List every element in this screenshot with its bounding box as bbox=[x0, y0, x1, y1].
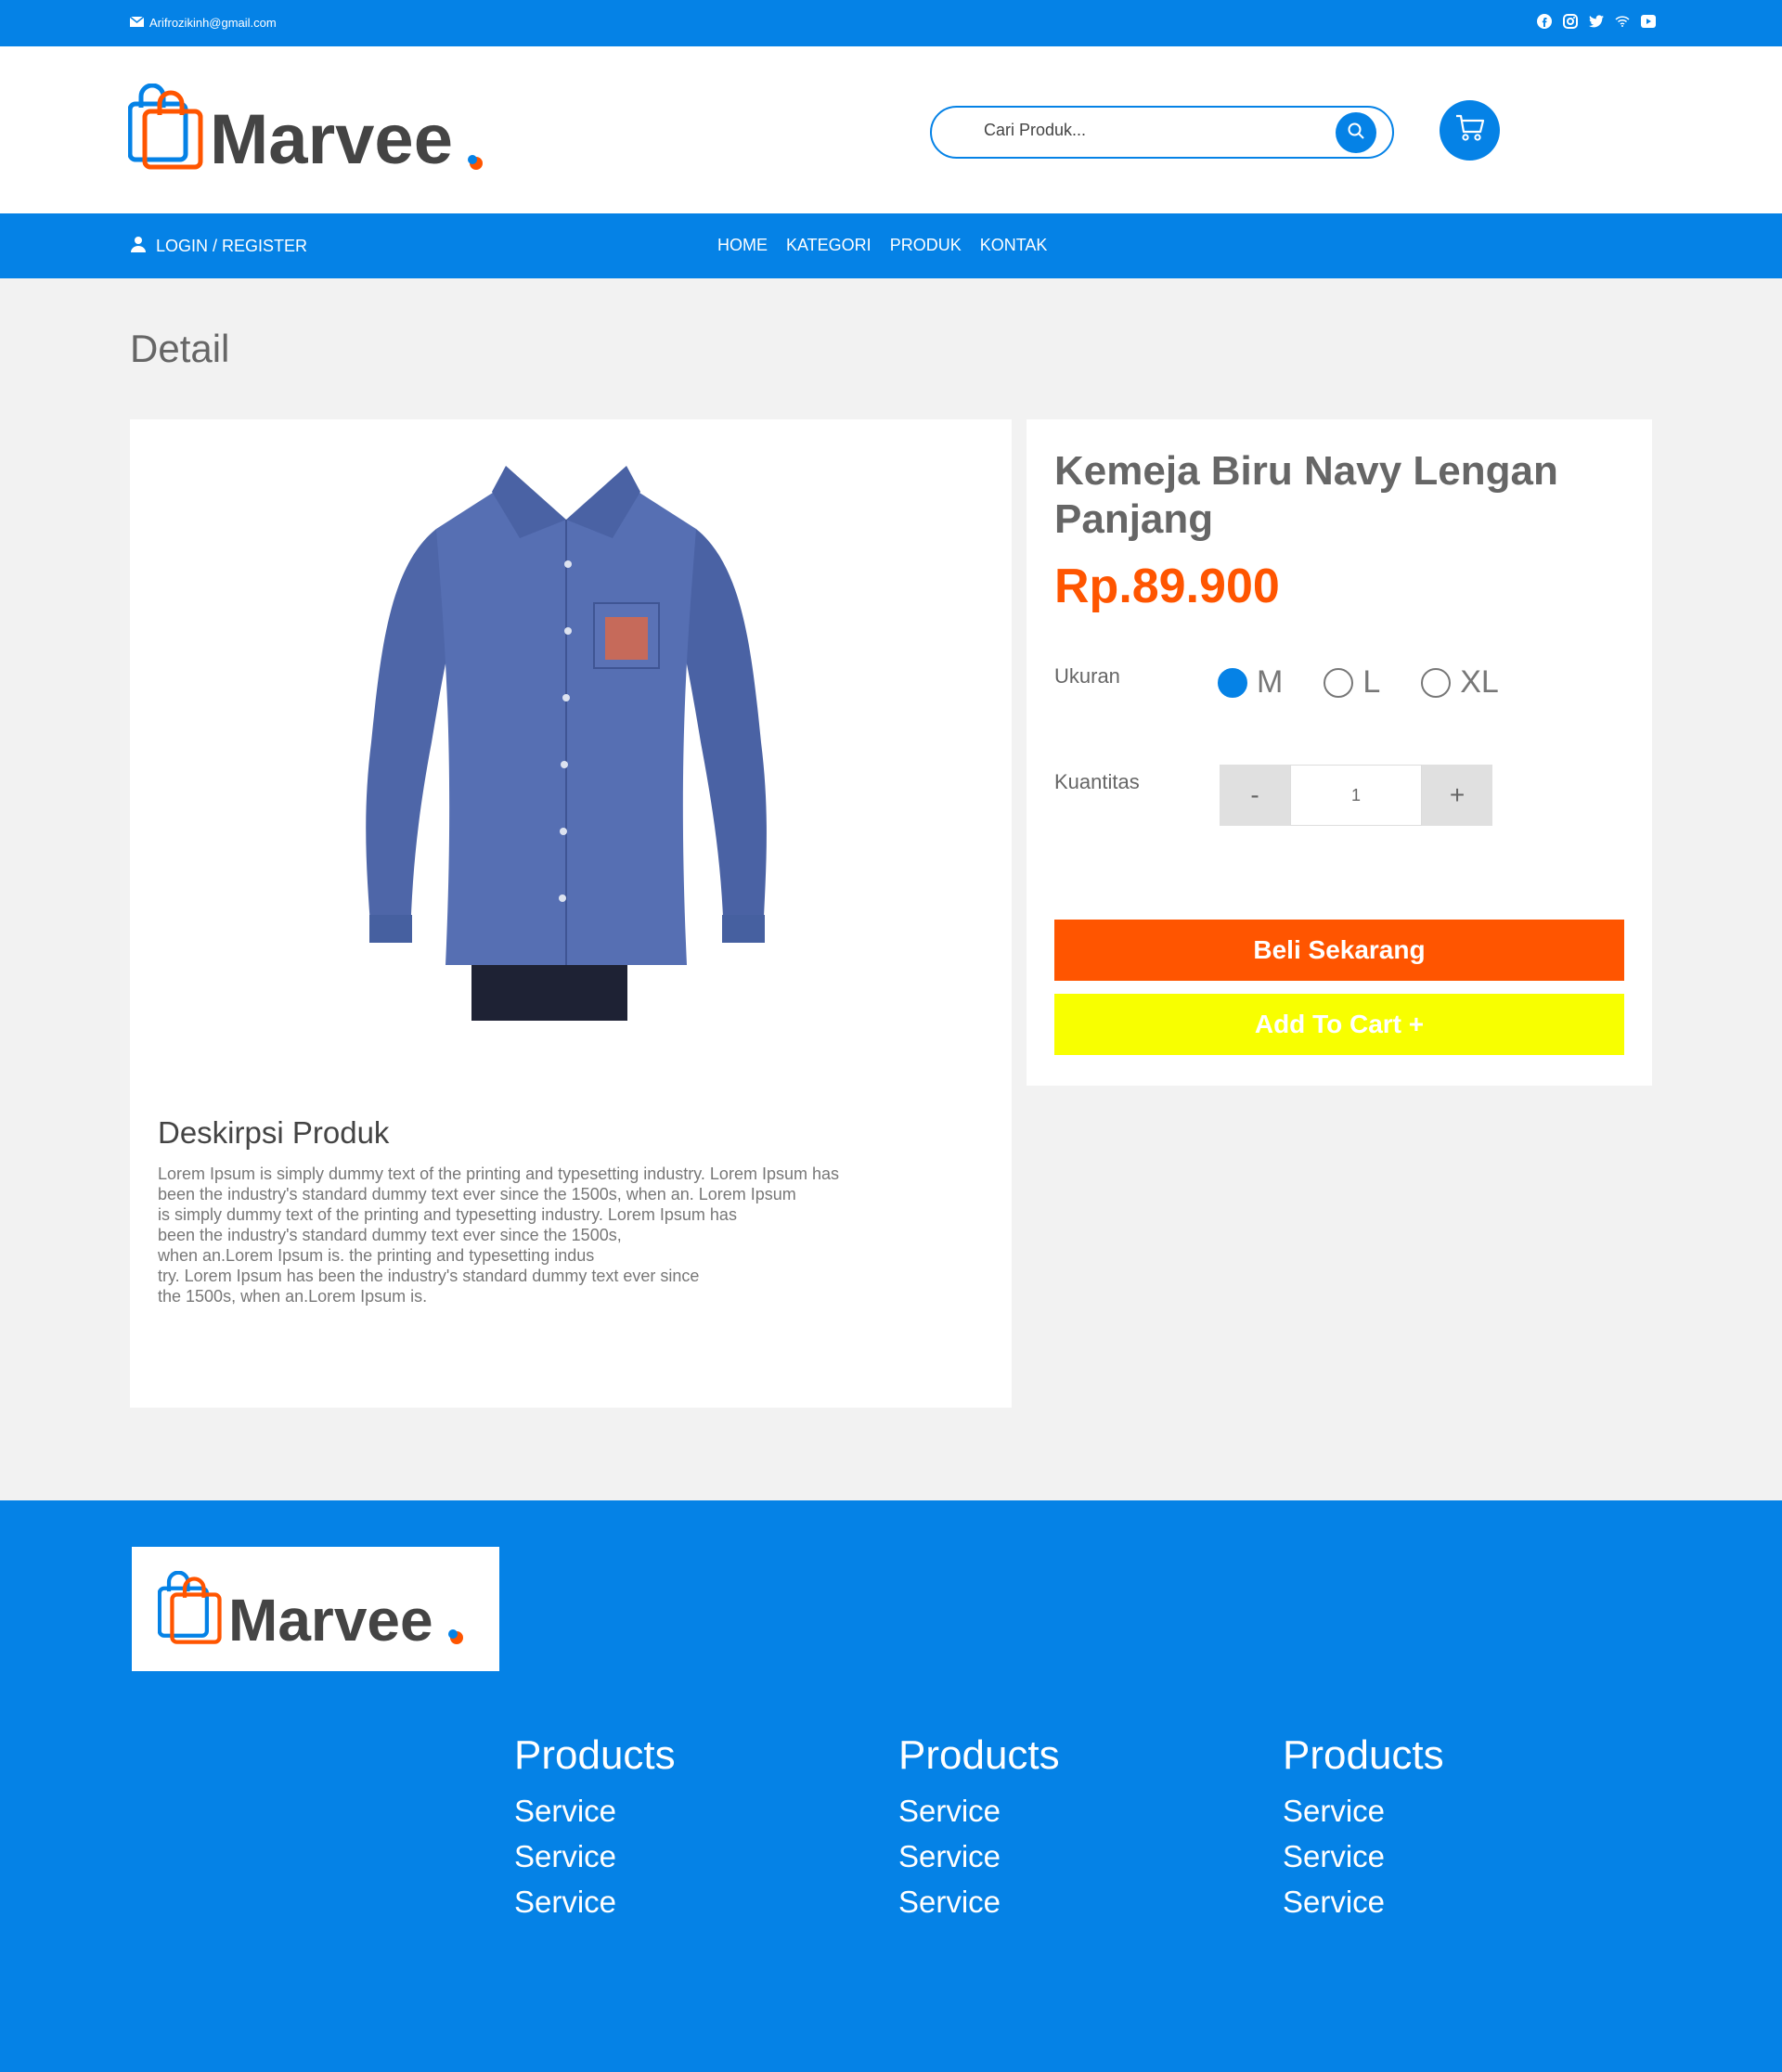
mail-icon bbox=[129, 16, 145, 30]
description-text: Lorem Ipsum is simply dummy text of the … bbox=[158, 1165, 839, 1306]
quantity-decrease-button[interactable]: - bbox=[1220, 765, 1290, 826]
email-text: Arifrozikinh@gmail.com bbox=[149, 16, 277, 30]
quantity-stepper: - 1 + bbox=[1220, 765, 1492, 826]
instagram-icon[interactable] bbox=[1563, 14, 1578, 29]
shopping-cart-icon bbox=[1455, 114, 1485, 147]
search-input[interactable] bbox=[984, 121, 1309, 140]
nav-menu: HOME KATEGORI PRODUK KONTAK bbox=[717, 236, 1047, 255]
page-title: Detail bbox=[130, 327, 230, 370]
size-options: M L XL bbox=[1218, 664, 1499, 701]
footer-column-1: Products Service Service Service bbox=[514, 1732, 676, 1924]
footer-column-title: Products bbox=[514, 1732, 676, 1778]
radio-selected-icon[interactable] bbox=[1218, 667, 1247, 698]
size-option-xl[interactable]: XL bbox=[1421, 664, 1499, 701]
product-name: Kemeja Biru Navy Lengan Panjang bbox=[1054, 448, 1558, 542]
shopping-bag-icon bbox=[157, 1570, 223, 1650]
main-nav: LOGIN / REGISTER HOME KATEGORI PRODUK KO… bbox=[0, 213, 1782, 278]
footer-logo: Marvee bbox=[157, 1570, 463, 1654]
quantity-input[interactable]: 1 bbox=[1290, 765, 1422, 826]
footer-link[interactable]: Service bbox=[514, 1788, 676, 1834]
twitter-icon[interactable] bbox=[1589, 14, 1604, 29]
login-label: LOGIN / REGISTER bbox=[156, 237, 308, 255]
nav-item-produk[interactable]: PRODUK bbox=[890, 236, 962, 255]
footer-link[interactable]: Service bbox=[1283, 1879, 1444, 1924]
brand-dot bbox=[467, 155, 483, 170]
description-title: Deskirpsi Produk bbox=[158, 1115, 390, 1150]
footer-link[interactable]: Service bbox=[898, 1879, 1060, 1924]
product-image-card: Deskirpsi Produk Lorem Ipsum is simply d… bbox=[130, 419, 1012, 1408]
login-register-link[interactable]: LOGIN / REGISTER bbox=[130, 236, 307, 257]
footer-link[interactable]: Service bbox=[1283, 1788, 1444, 1834]
product-price: Rp.89.900 bbox=[1054, 560, 1280, 613]
size-option-m[interactable]: M bbox=[1218, 664, 1283, 701]
footer-column-2: Products Service Service Service bbox=[898, 1732, 1060, 1924]
nav-item-kategori[interactable]: KATEGORI bbox=[786, 236, 872, 255]
shopping-bag-icon bbox=[127, 83, 204, 175]
radio-icon[interactable] bbox=[1324, 667, 1354, 698]
search-icon bbox=[1347, 122, 1365, 145]
nav-item-home[interactable]: HOME bbox=[717, 236, 768, 255]
wifi-icon[interactable] bbox=[1615, 14, 1630, 29]
social-links bbox=[1537, 14, 1656, 29]
footer-link[interactable]: Service bbox=[514, 1879, 676, 1924]
size-option-l[interactable]: L bbox=[1324, 664, 1380, 701]
contact-email[interactable]: Arifrozikinh@gmail.com bbox=[129, 16, 277, 30]
size-text-m: M bbox=[1257, 664, 1284, 700]
top-bar: Arifrozikinh@gmail.com bbox=[0, 0, 1782, 46]
footer-link[interactable]: Service bbox=[898, 1788, 1060, 1834]
site-footer: Marvee Products Service Service Service … bbox=[0, 1500, 1782, 2072]
footer-link[interactable]: Service bbox=[514, 1834, 676, 1879]
footer-column-title: Products bbox=[1283, 1732, 1444, 1778]
quantity-label: Kuantitas bbox=[1054, 770, 1140, 793]
footer-column-title: Products bbox=[898, 1732, 1060, 1778]
brand-dot bbox=[447, 1629, 463, 1644]
user-icon bbox=[130, 236, 147, 257]
search-button[interactable] bbox=[1336, 112, 1376, 153]
product-image bbox=[334, 464, 798, 1021]
radio-icon[interactable] bbox=[1421, 667, 1452, 698]
add-to-cart-button[interactable]: Add To Cart + bbox=[1054, 994, 1624, 1055]
quantity-increase-button[interactable]: + bbox=[1422, 765, 1492, 826]
footer-link[interactable]: Service bbox=[898, 1834, 1060, 1879]
site-header: Marvee bbox=[0, 46, 1782, 213]
cart-button[interactable] bbox=[1440, 100, 1500, 161]
buy-now-button[interactable]: Beli Sekarang bbox=[1054, 920, 1624, 981]
facebook-icon[interactable] bbox=[1537, 14, 1552, 29]
product-info-card: Kemeja Biru Navy Lengan Panjang Rp.89.90… bbox=[1027, 419, 1652, 1086]
brand-name: Marvee bbox=[210, 100, 453, 179]
site-logo[interactable]: Marvee bbox=[127, 83, 483, 179]
size-text-l: L bbox=[1362, 664, 1381, 700]
footer-column-3: Products Service Service Service bbox=[1283, 1732, 1444, 1924]
search-box bbox=[930, 106, 1394, 159]
footer-brand-name: Marvee bbox=[228, 1587, 433, 1654]
size-text-xl: XL bbox=[1460, 664, 1499, 700]
nav-item-kontak[interactable]: KONTAK bbox=[980, 236, 1048, 255]
youtube-icon[interactable] bbox=[1641, 14, 1656, 29]
footer-link[interactable]: Service bbox=[1283, 1834, 1444, 1879]
size-label: Ukuran bbox=[1054, 664, 1120, 688]
footer-logo-box[interactable]: Marvee bbox=[132, 1547, 499, 1671]
